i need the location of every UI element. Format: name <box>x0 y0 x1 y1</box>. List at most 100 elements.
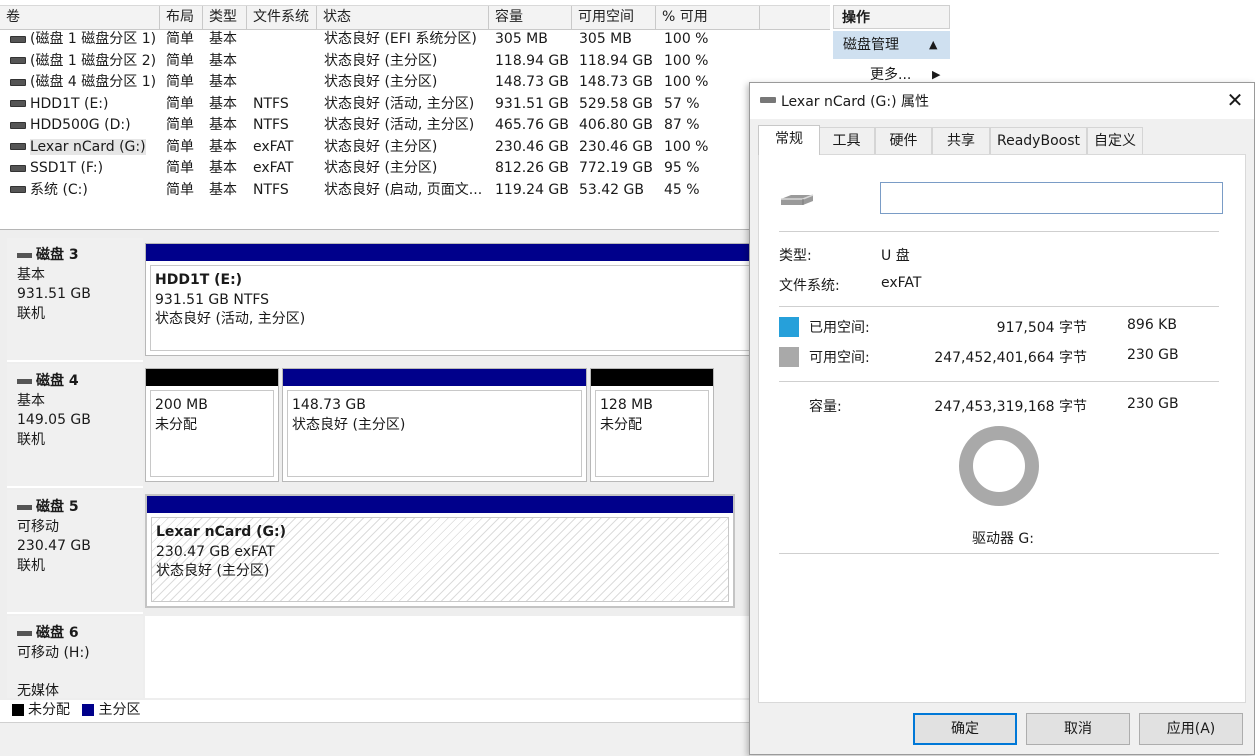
column-header-volume[interactable]: 卷 <box>0 6 160 29</box>
disk-state: 无媒体 <box>17 683 59 699</box>
table-cell-free: 529.58 GB <box>579 95 653 112</box>
table-cell-type: 基本 <box>209 74 237 90</box>
table-cell-free: 772.19 GB <box>579 160 653 176</box>
disk-icon <box>17 504 32 510</box>
table-row[interactable]: SSD1T (F:) 简单 基本 exFAT 状态良好 (主分区) 812.26 GB 77… <box>0 158 830 179</box>
table-cell-type: 基本 <box>209 31 237 47</box>
usb-drive-icon <box>781 194 814 205</box>
partition-disk4-primary[interactable]: 148.73 GB 状态良好 (主分区) <box>282 368 587 482</box>
column-header-status[interactable]: 状态 <box>317 6 489 29</box>
disk-name: 磁盘 5 <box>36 499 79 515</box>
table-row[interactable]: (磁盘 1 磁盘分区 1) 简单 基本 状态良好 (EFI 系统分区) 305 MB 30… <box>0 29 830 50</box>
usage-donut-chart <box>959 426 1039 506</box>
disk-6-empty-area <box>145 616 750 698</box>
used-space-short: 896 KB <box>1127 317 1177 333</box>
column-header-capacity[interactable]: 容量 <box>489 6 572 29</box>
tab-general[interactable]: 常规 <box>758 125 820 155</box>
column-header-percent-free[interactable]: % 可用 <box>656 6 760 29</box>
disk-map: 磁盘 3 基本 931.51 GB 联机 HDD1T (E:) 931.51 G… <box>0 229 751 700</box>
table-cell-name: SSD1T (F:) <box>10 158 160 179</box>
partition-bar-unallocated <box>146 369 278 386</box>
volume-name: (磁盘 1 磁盘分区 2) <box>30 52 157 69</box>
cancel-button[interactable]: 取消 <box>1026 713 1130 745</box>
collapse-up-icon[interactable]: ▲ <box>929 31 937 59</box>
legend: 未分配 主分区 <box>12 700 140 720</box>
table-row[interactable]: (磁盘 4 磁盘分区 1) 简单 基本 状态良好 (主分区) 148.73 GB 148.… <box>0 72 830 93</box>
free-space-label: 可用空间: <box>809 350 870 366</box>
table-cell-status: 状态良好 (主分区) <box>324 52 438 69</box>
tab-readyboost[interactable]: ReadyBoost <box>990 127 1087 154</box>
table-cell-status: 状态良好 (主分区) <box>324 160 438 176</box>
table-cell-pct: 100 % <box>664 138 709 155</box>
divider <box>779 381 1219 382</box>
column-header-free-space[interactable]: 可用空间 <box>572 6 656 29</box>
table-cell-type: 基本 <box>209 181 237 198</box>
partition-bar-primary <box>147 496 733 513</box>
partition-status: 状态良好 (主分区) <box>292 416 406 433</box>
table-cell-type: 基本 <box>209 160 237 176</box>
table-cell-name: Lexar nCard (G:) <box>10 137 160 158</box>
drive-icon <box>10 121 26 129</box>
volume-list-header: 卷 布局 类型 文件系统 状态 容量 可用空间 % 可用 <box>0 5 830 30</box>
table-row[interactable]: (磁盘 1 磁盘分区 2) 简单 基本 状态良好 (主分区) 118.94 GB 118.… <box>0 51 830 72</box>
partition-bar-primary <box>283 369 586 386</box>
apply-button[interactable]: 应用(A) <box>1139 713 1243 745</box>
column-header-type[interactable]: 类型 <box>203 6 247 29</box>
column-header-filesystem[interactable]: 文件系统 <box>247 6 317 29</box>
free-space-swatch <box>779 347 799 367</box>
table-cell-fs: NTFS <box>253 95 289 112</box>
disk-name: 磁盘 6 <box>36 625 79 641</box>
table-cell-fs: NTFS <box>253 117 289 133</box>
volume-name: SSD1T (F:) <box>30 160 104 176</box>
partition-hdd1t[interactable]: HDD1T (E:) 931.51 GB NTFS 状态良好 (活动, 主分区) <box>145 243 751 356</box>
table-cell-name: 系统 (C:) <box>10 180 160 201</box>
disk-5-info[interactable]: 磁盘 5 可移动 230.47 GB 联机 <box>7 490 143 614</box>
volume-name: HDD1T (E:) <box>30 95 109 112</box>
tab-customize[interactable]: 自定义 <box>1087 127 1143 154</box>
partition-details: 200 MB 未分配 <box>150 390 274 477</box>
actions-pane: 操作 磁盘管理 ▲ 更多... ▶ <box>830 0 950 90</box>
table-cell-fs: NTFS <box>253 181 289 198</box>
disk-6-info[interactable]: 磁盘 6 可移动 (H:) 无媒体 <box>7 616 143 699</box>
tab-hardware[interactable]: 硬件 <box>875 127 932 154</box>
table-cell-layout: 简单 <box>166 181 194 198</box>
partition-unallocated-2[interactable]: 128 MB 未分配 <box>590 368 714 482</box>
table-cell-capacity: 465.76 GB <box>495 117 569 133</box>
close-icon[interactable]: ✕ <box>1220 86 1250 114</box>
table-cell-layout: 简单 <box>166 74 194 90</box>
ok-button[interactable]: 确定 <box>913 713 1017 745</box>
drive-icon <box>760 97 776 103</box>
partition-lexar-ncard[interactable]: Lexar nCard (G:) 230.47 GB exFAT 状态良好 (主… <box>145 494 735 608</box>
table-cell-pct: 87 % <box>664 117 700 133</box>
table-row[interactable]: HDD1T (E:) 简单 基本 NTFS 状态良好 (活动, 主分区) 931.51 G… <box>0 94 830 115</box>
disk-3-info[interactable]: 磁盘 3 基本 931.51 GB 联机 <box>7 238 143 362</box>
divider <box>779 553 1219 554</box>
actions-more-label: 更多... <box>870 67 912 83</box>
table-cell-capacity: 931.51 GB <box>495 95 569 112</box>
tab-sharing[interactable]: 共享 <box>932 127 990 154</box>
used-space-label: 已用空间: <box>809 320 870 336</box>
tab-tools[interactable]: 工具 <box>818 127 875 154</box>
disk-4-info[interactable]: 磁盘 4 基本 149.05 GB 联机 <box>7 364 143 488</box>
capacity-short: 230 GB <box>1127 396 1179 412</box>
table-row[interactable]: 系统 (C:) 简单 基本 NTFS 状态良好 (启动, 页面文... 119.24 GB… <box>0 180 830 201</box>
partition-status: 状态良好 (主分区) <box>156 563 270 579</box>
disk-kind: 可移动 (H:) <box>17 644 90 661</box>
filesystem-value: exFAT <box>881 275 922 291</box>
volume-name: (磁盘 1 磁盘分区 1) <box>30 31 157 47</box>
table-row[interactable]: Lexar nCard (G:) 简单 基本 exFAT 状态良好 (主分区) 230.4… <box>0 137 830 158</box>
partition-unallocated-1[interactable]: 200 MB 未分配 <box>145 368 279 482</box>
table-cell-layout: 简单 <box>166 95 194 112</box>
volume-label-input[interactable] <box>880 182 1223 214</box>
table-cell-layout: 简单 <box>166 138 194 155</box>
drive-icon <box>10 35 26 43</box>
legend-swatch-primary <box>82 704 95 716</box>
actions-section-disk-management[interactable]: 磁盘管理 ▲ <box>833 31 950 59</box>
table-cell-pct: 45 % <box>664 181 700 198</box>
table-cell-name: HDD1T (E:) <box>10 94 160 115</box>
disk-size: 230.47 GB <box>17 538 91 554</box>
column-header-layout[interactable]: 布局 <box>160 6 203 29</box>
disk-kind: 基本 <box>17 392 45 409</box>
table-cell-fs: exFAT <box>253 138 294 155</box>
table-row[interactable]: HDD500G (D:) 简单 基本 NTFS 状态良好 (活动, 主分区) 465.76… <box>0 115 830 136</box>
